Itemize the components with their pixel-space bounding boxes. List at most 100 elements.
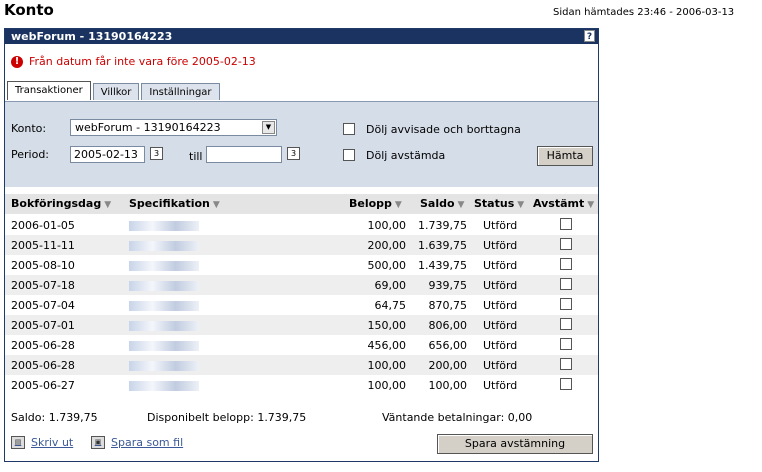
konto-label: Konto: [11, 122, 47, 135]
cell-status: Utförd [483, 339, 518, 352]
cell-specification-link[interactable] [129, 299, 199, 312]
konto-select-value: webForum - 13190164223 [75, 121, 221, 134]
col-saldo[interactable]: Saldo ▼ [420, 197, 464, 210]
help-icon[interactable]: ? [584, 30, 595, 42]
cell-specification-link[interactable] [129, 259, 199, 272]
table-row: 2005-06-28 100,00 200,00 Utförd [5, 355, 598, 375]
cell-date: 2006-01-05 [11, 219, 75, 232]
hide-rejected-checkbox[interactable] [343, 123, 355, 135]
table-row: 2005-07-18 69,00 939,75 Utförd [5, 275, 598, 295]
col-status[interactable]: Status ▼ [474, 197, 524, 210]
redacted-specification [129, 241, 199, 251]
hide-reconciled-checkbox[interactable] [343, 149, 355, 161]
tab-transaktioner[interactable]: Transaktioner [7, 81, 91, 100]
cell-specification-link[interactable] [129, 219, 199, 232]
panel-title: webForum - 13190164223 [11, 30, 173, 43]
error-icon: ! [11, 55, 23, 68]
fetch-button[interactable]: Hämta [537, 146, 593, 166]
table-row: 2005-06-27 100,00 100,00 Utförd [5, 375, 598, 395]
save-file-link-label: Spara som fil [111, 436, 184, 449]
reconciled-checkbox[interactable] [560, 238, 572, 250]
hide-reconciled-label: Dölj avstämda [366, 149, 446, 162]
period-label: Period: [11, 148, 50, 161]
account-panel: webForum - 13190164223 ? ! Från datum få… [4, 28, 599, 462]
konto-select[interactable]: webForum - 13190164223 ▼ [70, 119, 277, 136]
col-specifikation[interactable]: Specifikation ▼ [129, 197, 220, 210]
chevron-down-icon[interactable]: ▼ [262, 121, 275, 134]
tab-villkor[interactable]: Villkor [92, 83, 140, 100]
cell-belopp: 500,00 [367, 259, 407, 272]
cell-belopp: 69,00 [374, 279, 407, 292]
calendar-icon[interactable]: 3 [287, 147, 300, 160]
save-icon: ▣ [91, 436, 105, 449]
cell-date: 2005-06-28 [11, 339, 75, 352]
print-link-label: Skriv ut [31, 436, 74, 449]
cell-belopp: 100,00 [367, 379, 407, 392]
page-title: Konto [4, 1, 54, 19]
error-text: Från datum får inte vara före 2005-02-13 [29, 55, 256, 68]
cell-status: Utförd [483, 239, 518, 252]
cell-specification-link[interactable] [129, 279, 199, 292]
reconciled-checkbox[interactable] [560, 318, 572, 330]
reconciled-checkbox[interactable] [560, 278, 572, 290]
error-message: ! Från datum får inte vara före 2005-02-… [11, 55, 256, 68]
cell-saldo: 100,00 [428, 379, 468, 392]
redacted-specification [129, 281, 199, 291]
table-row: 2005-11-11 200,00 1.639,75 Utförd [5, 235, 598, 255]
till-label: till [189, 150, 203, 163]
cell-date: 2005-07-01 [11, 319, 75, 332]
col-belopp[interactable]: Belopp ▼ [349, 197, 402, 210]
cell-saldo: 200,00 [428, 359, 468, 372]
print-link[interactable]: ▤ Skriv ut [11, 436, 73, 449]
save-file-link[interactable]: ▣ Spara som fil [91, 436, 183, 449]
table-row: 2005-08-10 500,00 1.439,75 Utförd [5, 255, 598, 275]
saldo-summary: Saldo: 1.739,75 [11, 411, 98, 424]
reconciled-checkbox[interactable] [560, 358, 572, 370]
reconciled-checkbox[interactable] [560, 378, 572, 390]
table-row: 2005-07-04 64,75 870,75 Utförd [5, 295, 598, 315]
cell-saldo: 870,75 [428, 299, 468, 312]
cell-status: Utförd [483, 259, 518, 272]
redacted-specification [129, 381, 199, 391]
cell-belopp: 456,00 [367, 339, 407, 352]
cell-saldo: 1.639,75 [418, 239, 467, 252]
redacted-specification [129, 361, 199, 371]
from-date-input[interactable]: 2005-02-13 [70, 146, 145, 163]
to-date-input[interactable] [206, 146, 282, 163]
cell-status: Utförd [483, 279, 518, 292]
printer-icon: ▤ [11, 436, 25, 449]
cell-date: 2005-11-11 [11, 239, 75, 252]
redacted-specification [129, 341, 199, 351]
reconciled-checkbox[interactable] [560, 338, 572, 350]
redacted-specification [129, 261, 199, 271]
cell-saldo: 806,00 [428, 319, 468, 332]
cell-specification-link[interactable] [129, 319, 199, 332]
panel-header: webForum - 13190164223 ? [5, 29, 598, 44]
cell-date: 2005-07-04 [11, 299, 75, 312]
filter-area: Konto: webForum - 13190164223 ▼ Period: … [5, 101, 598, 187]
cell-specification-link[interactable] [129, 239, 199, 252]
calendar-icon[interactable]: 3 [150, 147, 163, 160]
cell-date: 2005-06-28 [11, 359, 75, 372]
save-reconcile-button[interactable]: Spara avstämning [437, 434, 593, 454]
cell-specification-link[interactable] [129, 339, 199, 352]
reconciled-checkbox[interactable] [560, 298, 572, 310]
reconciled-checkbox[interactable] [560, 258, 572, 270]
reconciled-checkbox[interactable] [560, 218, 572, 230]
tab-installningar[interactable]: Inställningar [141, 83, 220, 100]
hide-rejected-label: Dölj avvisade och borttagna [366, 123, 521, 136]
cell-status: Utförd [483, 379, 518, 392]
cell-status: Utförd [483, 319, 518, 332]
cell-saldo: 656,00 [428, 339, 468, 352]
table-row: 2005-06-28 456,00 656,00 Utförd [5, 335, 598, 355]
cell-specification-link[interactable] [129, 379, 199, 392]
cell-saldo: 939,75 [428, 279, 468, 292]
col-avstamt[interactable]: Avstämt ▼ [533, 197, 594, 210]
cell-belopp: 64,75 [374, 299, 407, 312]
col-bokforingsdag[interactable]: Bokföringsdag ▼ [11, 197, 111, 210]
table-row: 2006-01-05 100,00 1.739,75 Utförd [5, 215, 598, 235]
cell-specification-link[interactable] [129, 359, 199, 372]
cell-belopp: 150,00 [367, 319, 407, 332]
disponibelt-summary: Disponibelt belopp: 1.739,75 [147, 411, 307, 424]
cell-status: Utförd [483, 299, 518, 312]
